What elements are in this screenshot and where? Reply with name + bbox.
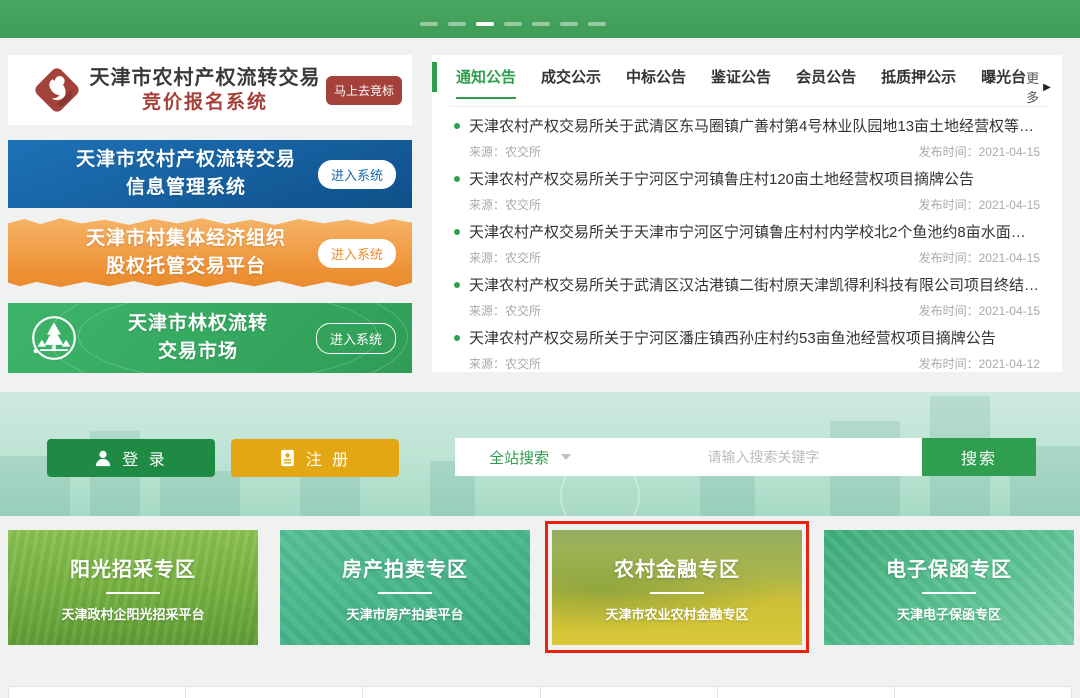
announcement-panel: 通知公告 成交公示 中标公告 鉴证公告 会员公告 抵质押公示 曝光台 更多 ▶ … (432, 55, 1062, 372)
grid-cell (8, 686, 186, 698)
go-bid-button[interactable]: 马上去竞标 (326, 76, 402, 105)
bullet-icon (454, 335, 460, 341)
brand-diamond-icon (30, 63, 84, 117)
tab-notice[interactable]: 通知公告 (456, 66, 516, 99)
separator (378, 592, 432, 594)
logo-subtitle: 竞价报名系统 (84, 91, 326, 115)
tab-accent-bar (432, 62, 437, 92)
zone-card-e-guarantee[interactable]: 电子保函专区 天津电子保函专区 (824, 530, 1074, 645)
list-item: 天津农村产权交易所关于天津市宁河区宁河镇鲁庄村村内学校北2个鱼池约8亩水面经营.… (454, 221, 1040, 274)
carousel-dash-active[interactable] (476, 22, 494, 26)
announcement-link[interactable]: 天津农村产权交易所关于宁河区宁河镇鲁庄村120亩土地经营权项目摘牌公告 (454, 168, 1040, 189)
announcement-link[interactable]: 天津农村产权交易所关于天津市宁河区宁河镇鲁庄村村内学校北2个鱼池约8亩水面经营.… (454, 221, 1040, 242)
grid-cell (540, 686, 718, 698)
announcement-link[interactable]: 天津农村产权交易所关于宁河区潘庄镇西孙庄村约53亩鱼池经营权项目摘牌公告 (454, 327, 1040, 348)
enter-equity-system-button[interactable]: 进入系统 (318, 239, 396, 268)
hero-search-section: 登 录 注 册 全站搜索 搜索 (0, 392, 1080, 516)
forest-market-title: 天津市林权流转 交易市场 (80, 310, 316, 365)
zone-card-sunshine-procurement[interactable]: 阳光招采专区 天津政村企阳光招采平台 (8, 530, 258, 645)
list-item: 天津农村产权交易所关于宁河区宁河镇鲁庄村120亩土地经营权项目摘牌公告 来源：农… (454, 168, 1040, 221)
bullet-icon (454, 176, 460, 182)
chevron-down-icon (561, 454, 571, 460)
announcement-list: 天津农村产权交易所关于武清区东马圈镇广善村第4号林业队园地13亩土地经营权等4个… (432, 107, 1062, 380)
news-source: 来源：农交所 (469, 355, 541, 372)
carousel-banner-strip (0, 0, 1080, 38)
enter-info-system-button[interactable]: 进入系统 (318, 160, 396, 189)
carousel-dash[interactable] (532, 22, 550, 26)
news-source: 来源：农交所 (469, 249, 541, 266)
equity-platform-title: 天津市村集体经济组织 股权托管交易平台 (8, 225, 318, 280)
bullet-icon (454, 123, 460, 129)
announcement-tabs-row: 通知公告 成交公示 中标公告 鉴证公告 会员公告 抵质押公示 曝光台 更多 ▶ (432, 55, 1062, 106)
news-date: 发布时间：2021-04-12 (919, 355, 1040, 372)
homepage: 天津市农村产权流转交易 竞价报名系统 马上去竞标 天津市农村产权流转交易 信息管… (0, 0, 1080, 698)
carousel-dash[interactable] (588, 22, 606, 26)
user-icon (94, 449, 112, 467)
forest-market-banner[interactable]: 天津市林权流转 交易市场 进入系统 (8, 303, 412, 373)
news-source: 来源：农交所 (469, 302, 541, 319)
tab-winning-bid[interactable]: 中标公告 (626, 66, 686, 99)
grid-cell (185, 686, 363, 698)
tab-pledge[interactable]: 抵质押公示 (881, 66, 956, 99)
news-date: 发布时间：2021-04-15 (919, 249, 1040, 266)
more-arrow-icon: ▶ (1043, 82, 1051, 93)
bidding-system-title: 天津市农村产权流转交易 竞价报名系统 (84, 66, 326, 115)
bullet-icon (454, 282, 460, 288)
news-date: 发布时间：2021-04-15 (919, 143, 1040, 160)
bullet-icon (454, 229, 460, 235)
tab-certification[interactable]: 鉴证公告 (711, 66, 771, 99)
enter-forest-system-button[interactable]: 进入系统 (316, 323, 396, 354)
list-item: 天津农村产权交易所关于武清区东马圈镇广善村第4号林业队园地13亩土地经营权等4个… (454, 115, 1040, 168)
info-management-title: 天津市农村产权流转交易 信息管理系统 (8, 146, 318, 201)
login-button[interactable]: 登 录 (47, 439, 215, 477)
bidding-system-card[interactable]: 天津市农村产权流转交易 竞价报名系统 马上去竞标 (8, 55, 412, 125)
grid-cell (362, 686, 540, 698)
news-source: 来源：农交所 (469, 143, 541, 160)
stats-grid-partial (8, 686, 1072, 698)
skyline-decoration (160, 471, 240, 516)
separator (922, 592, 976, 594)
list-item: 天津农村产权交易所关于宁河区潘庄镇西孙庄村约53亩鱼池经营权项目摘牌公告 来源：… (454, 327, 1040, 380)
tree-circle-icon (28, 312, 80, 364)
info-management-banner[interactable]: 天津市农村产权流转交易 信息管理系统 进入系统 (8, 140, 412, 208)
zone-card-rural-finance[interactable]: 农村金融专区 天津市农业农村金融专区 (552, 530, 802, 645)
announcement-link[interactable]: 天津农村产权交易所关于武清区东马圈镇广善村第4号林业队园地13亩土地经营权等4个… (454, 115, 1040, 136)
tab-exposure[interactable]: 曝光台 (981, 66, 1026, 99)
tab-deal-publicity[interactable]: 成交公示 (541, 66, 601, 99)
zone-card-property-auction[interactable]: 房产拍卖专区 天津市房产拍卖平台 (280, 530, 530, 645)
equity-platform-banner[interactable]: 天津市村集体经济组织 股权托管交易平台 进入系统 (8, 216, 412, 290)
separator (106, 592, 160, 594)
carousel-dash[interactable] (448, 22, 466, 26)
more-link[interactable]: 更多 ▶ (1026, 66, 1051, 106)
carousel-dash[interactable] (504, 22, 522, 26)
carousel-dash[interactable] (560, 22, 578, 26)
carousel-indicators (420, 22, 606, 26)
announcement-tabs: 通知公告 成交公示 中标公告 鉴证公告 会员公告 抵质押公示 曝光台 (456, 66, 1026, 99)
carousel-dash[interactable] (420, 22, 438, 26)
tab-member[interactable]: 会员公告 (796, 66, 856, 99)
logo-title: 天津市农村产权流转交易 (84, 66, 326, 91)
announcement-link[interactable]: 天津农村产权交易所关于武清区汉沽港镇二街村原天津凯得利科技有限公司项目终结公告 (454, 274, 1040, 295)
news-source: 来源：农交所 (469, 196, 541, 213)
id-card-icon (279, 449, 296, 467)
grid-cell (894, 686, 1072, 698)
list-item: 天津农村产权交易所关于武清区汉沽港镇二街村原天津凯得利科技有限公司项目终结公告 … (454, 274, 1040, 327)
news-date: 发布时间：2021-04-15 (919, 196, 1040, 213)
separator (650, 592, 704, 594)
news-date: 发布时间：2021-04-15 (919, 302, 1040, 319)
search-bar: 全站搜索 (455, 438, 922, 476)
grid-cell (717, 686, 895, 698)
search-button[interactable]: 搜索 (922, 438, 1036, 476)
search-input[interactable] (605, 449, 922, 465)
search-scope-select[interactable]: 全站搜索 (455, 447, 605, 468)
register-button[interactable]: 注 册 (231, 439, 399, 477)
